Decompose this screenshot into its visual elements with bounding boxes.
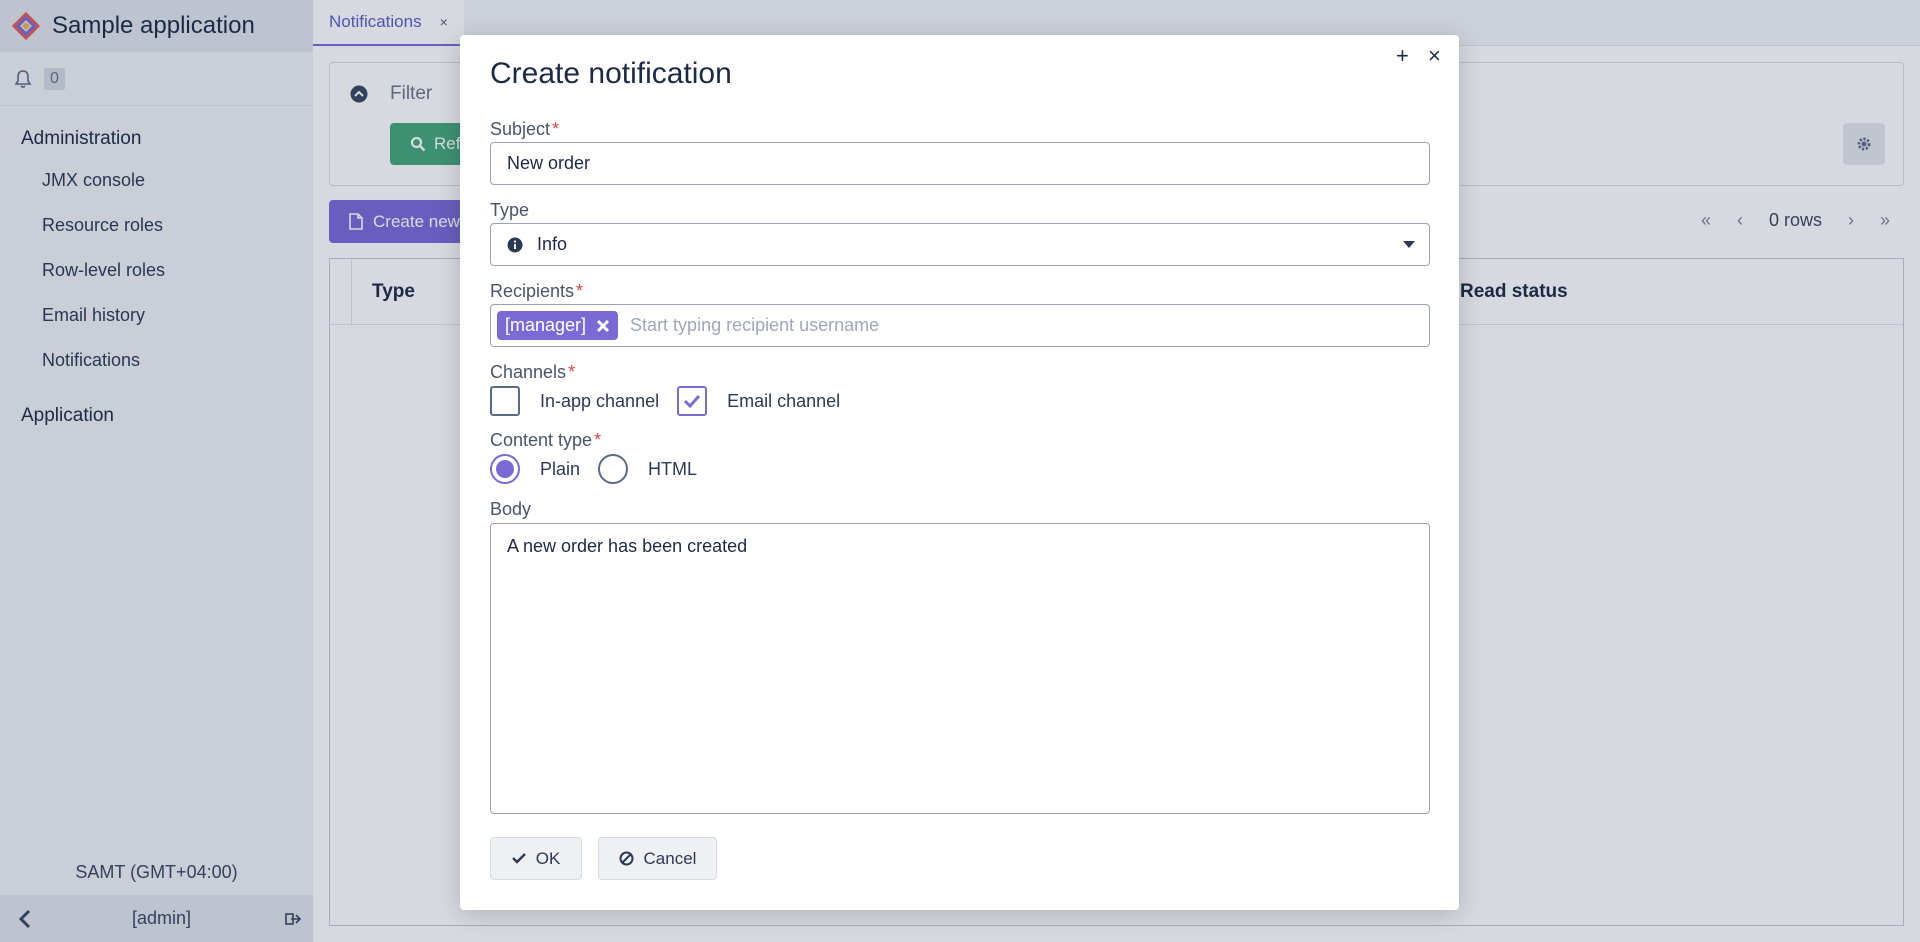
in-app-channel-label: In-app channel xyxy=(540,390,660,411)
create-notification-dialog: Create notification + × Subject * New ord… xyxy=(460,35,1459,910)
plain-label: Plain xyxy=(540,458,581,479)
subject-input[interactable]: New order xyxy=(490,142,1430,185)
subject-label-text: Subject xyxy=(490,119,551,139)
channels-label-text: Channels xyxy=(490,362,567,382)
plain-radio[interactable] xyxy=(490,454,520,484)
type-value: Info xyxy=(537,234,568,254)
recipient-token-label: [manager] xyxy=(505,315,587,335)
check-icon xyxy=(511,853,526,864)
content-type-label-text: Content type xyxy=(490,430,593,450)
html-label: HTML xyxy=(648,458,698,479)
channel-options: In-app channel Email channel xyxy=(490,386,840,416)
ban-icon xyxy=(619,851,634,866)
subject-label: Subject * xyxy=(490,119,559,140)
remove-token-icon[interactable] xyxy=(596,319,610,333)
body-textarea[interactable]: A new order has been created xyxy=(490,523,1430,814)
content-type-options: Plain HTML xyxy=(490,454,697,484)
required-mark: * xyxy=(568,362,576,382)
chevron-down-icon xyxy=(1403,241,1415,248)
email-channel-label: Email channel xyxy=(727,390,841,411)
info-icon xyxy=(507,237,523,253)
checkmark-icon xyxy=(684,394,701,408)
cancel-label: Cancel xyxy=(643,848,697,868)
channels-label: Channels * xyxy=(490,362,575,383)
cancel-button[interactable]: Cancel xyxy=(598,837,717,880)
recipients-label: Recipients * xyxy=(490,281,583,302)
html-radio[interactable] xyxy=(598,454,629,484)
dialog-title: Create notification xyxy=(490,57,732,90)
required-mark: * xyxy=(594,430,602,450)
body-label: Body xyxy=(490,499,532,519)
email-channel-checkbox[interactable] xyxy=(677,386,708,416)
close-icon[interactable]: × xyxy=(1428,43,1441,69)
required-mark: * xyxy=(576,281,584,301)
in-app-channel-checkbox[interactable] xyxy=(490,386,520,416)
type-select[interactable]: Info xyxy=(490,223,1430,266)
radio-selected-dot xyxy=(496,460,514,478)
ok-label: OK xyxy=(535,848,561,868)
required-mark: * xyxy=(552,119,560,139)
ok-button[interactable]: OK xyxy=(490,837,582,880)
content-type-label: Content type * xyxy=(490,430,601,451)
recipients-label-text: Recipients xyxy=(490,281,575,301)
type-label: Type xyxy=(490,200,530,220)
recipients-placeholder: Start typing recipient username xyxy=(630,315,880,335)
recipients-input[interactable]: [manager] Start typing recipient usernam… xyxy=(490,304,1430,347)
recipient-token[interactable]: [manager] xyxy=(497,311,619,340)
maximize-icon[interactable]: + xyxy=(1396,43,1409,69)
